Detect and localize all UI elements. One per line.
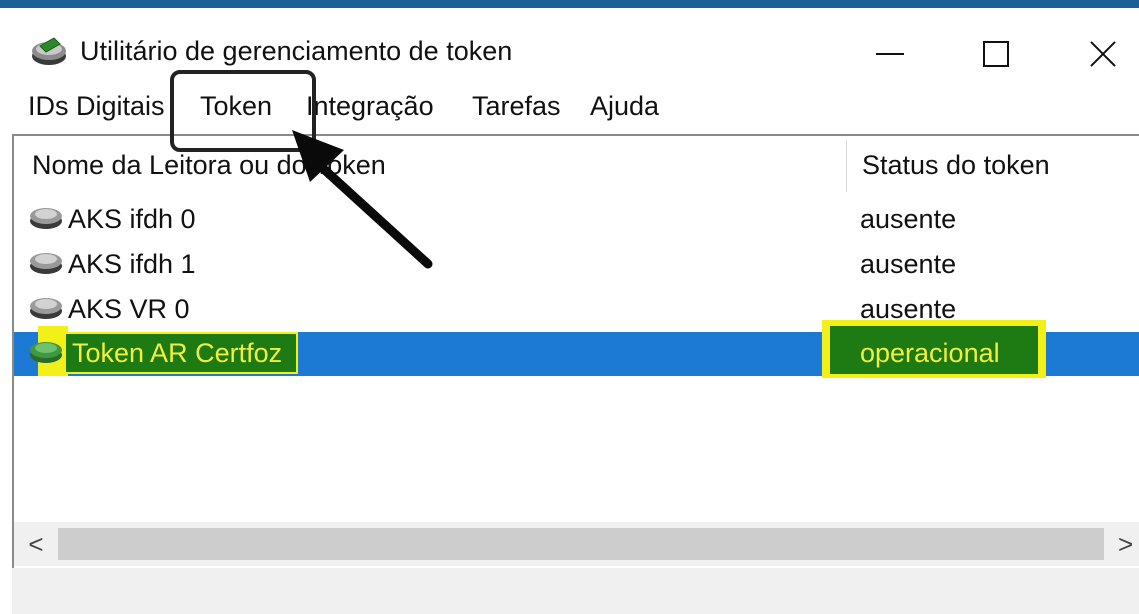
title-bar[interactable]: Utilitário de gerenciamento de token [0,8,1139,83]
status-bar [12,568,1139,614]
token-active-icon [30,342,62,363]
row-status: ausente [860,249,957,279]
annotation-highlight-box [170,70,316,152]
minimize-icon [876,53,904,55]
row-name: Token AR Certfoz [72,338,283,368]
token-reader-icon [32,37,66,65]
minimize-button[interactable] [840,22,940,86]
list-item[interactable]: AKS ifdh 0 ausente [14,198,1139,242]
card-reader-icon [30,208,62,229]
menu-ajuda[interactable]: Ajuda [590,91,659,122]
row-name: AKS ifdh 1 [68,249,196,279]
menu-integracao[interactable]: Integração [306,91,434,122]
window-top-border [0,0,1139,8]
scroll-right-button[interactable]: > [1118,528,1139,560]
close-icon [1090,41,1116,67]
close-button[interactable] [1053,22,1139,86]
list-item[interactable]: AKS ifdh 1 ausente [14,243,1139,287]
scrollbar-thumb[interactable] [58,528,1104,560]
card-reader-icon [30,253,62,274]
menu-tarefas[interactable]: Tarefas [472,91,561,122]
row-status: operacional [860,338,1000,368]
row-status: ausente [860,204,957,234]
window-title: Utilitário de gerenciamento de token [80,36,513,66]
column-separator[interactable] [846,140,847,192]
row-name: AKS ifdh 0 [68,204,196,234]
column-header-status[interactable]: Status do token [862,136,1050,194]
list-item-selected[interactable]: Token AR Certfoz operacional [14,320,1139,378]
scroll-left-button[interactable]: < [20,528,52,560]
token-list[interactable]: Nome da Leitora ou do Token Status do to… [12,134,1139,570]
card-reader-icon [30,298,62,319]
row-name: AKS VR 0 [68,294,190,324]
maximize-button[interactable] [946,22,1046,86]
horizontal-scrollbar[interactable]: < > [14,522,1139,566]
maximize-icon [983,41,1009,67]
menu-ids-digitais[interactable]: IDs Digitais [28,91,165,122]
